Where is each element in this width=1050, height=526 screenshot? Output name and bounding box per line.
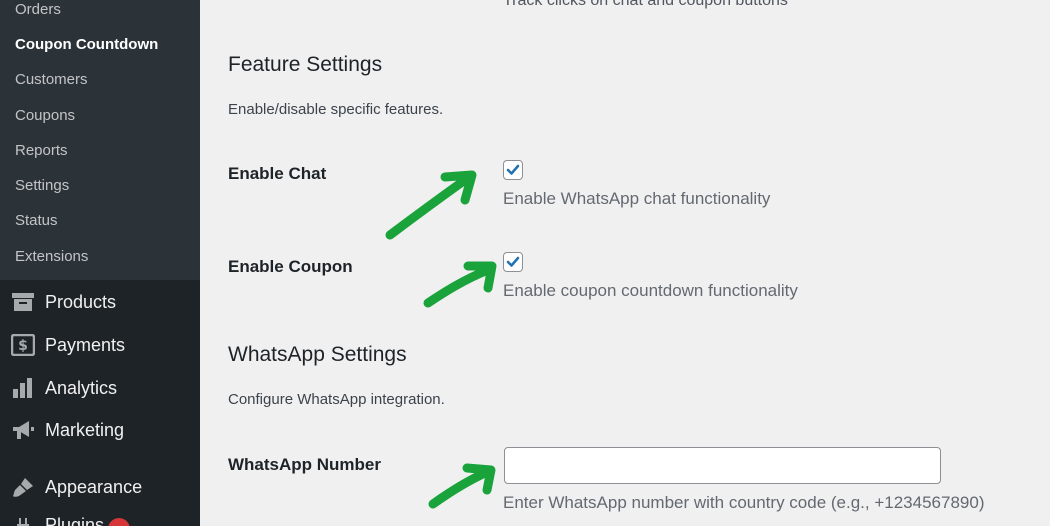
bar-chart-icon <box>10 375 36 401</box>
annotation-arrow <box>428 463 496 509</box>
menu-analytics[interactable]: Analytics <box>0 368 200 408</box>
menu-plugins[interactable]: Plugins <box>0 505 200 526</box>
whatsapp-number-input[interactable] <box>504 447 941 484</box>
whatsapp-settings-description: Configure WhatsApp integration. <box>228 391 445 408</box>
enable-coupon-label: Enable Coupon <box>228 257 353 276</box>
menu-label-products: Products <box>45 292 117 312</box>
enable-chat-label: Enable Chat <box>228 164 327 183</box>
whatsapp-number-label: WhatsApp Number <box>228 455 381 474</box>
checkmark-icon <box>506 164 520 175</box>
settings-content: Track clicks on chat and coupon buttons … <box>200 0 1050 526</box>
megaphone-icon <box>10 417 36 443</box>
menu-label-appearance: Appearance <box>45 477 143 497</box>
paintbrush-icon <box>10 474 36 500</box>
enable-chat-description: Enable WhatsApp chat functionality <box>503 189 771 208</box>
svg-text:$: $ <box>18 338 28 354</box>
menu-products[interactable]: Products <box>0 282 200 322</box>
whatsapp-number-description: Enter WhatsApp number with country code … <box>503 493 985 512</box>
submenu-reports[interactable]: Reports <box>15 141 68 161</box>
menu-marketing[interactable]: Marketing <box>0 410 200 450</box>
plugin-icon <box>10 512 36 526</box>
submenu-coupon-countdown[interactable]: Coupon Countdown <box>15 35 158 55</box>
menu-label-marketing: Marketing <box>45 420 125 440</box>
enable-coupon-description: Enable coupon countdown functionality <box>503 281 798 300</box>
whatsapp-settings-heading: WhatsApp Settings <box>228 343 407 366</box>
menu-label-analytics: Analytics <box>45 378 118 398</box>
submenu-coupons[interactable]: Coupons <box>15 106 75 126</box>
track-clicks-description: Track clicks on chat and coupon buttons <box>503 0 788 9</box>
feature-settings-description: Enable/disable specific features. <box>228 101 444 118</box>
submenu-extensions[interactable]: Extensions <box>15 247 88 267</box>
annotation-arrow <box>423 261 497 308</box>
admin-sidebar: Orders Coupon Countdown Customers Coupon… <box>0 0 200 526</box>
menu-appearance[interactable]: Appearance <box>0 467 200 507</box>
woocommerce-submenu: Orders Coupon Countdown Customers Coupon… <box>0 0 200 280</box>
feature-settings-heading: Feature Settings <box>228 53 383 76</box>
archive-icon <box>10 289 36 315</box>
dollar-icon: $ <box>10 332 36 358</box>
enable-chat-checkbox[interactable] <box>503 160 523 180</box>
submenu-orders[interactable]: Orders <box>15 0 61 20</box>
submenu-status[interactable]: Status <box>15 211 58 231</box>
annotation-arrow <box>385 170 477 240</box>
menu-payments[interactable]: $ Payments <box>0 325 200 365</box>
submenu-customers[interactable]: Customers <box>15 70 88 90</box>
submenu-settings[interactable]: Settings <box>15 176 69 196</box>
menu-label-payments: Payments <box>45 335 126 355</box>
menu-label-plugins: Plugins <box>45 515 105 526</box>
